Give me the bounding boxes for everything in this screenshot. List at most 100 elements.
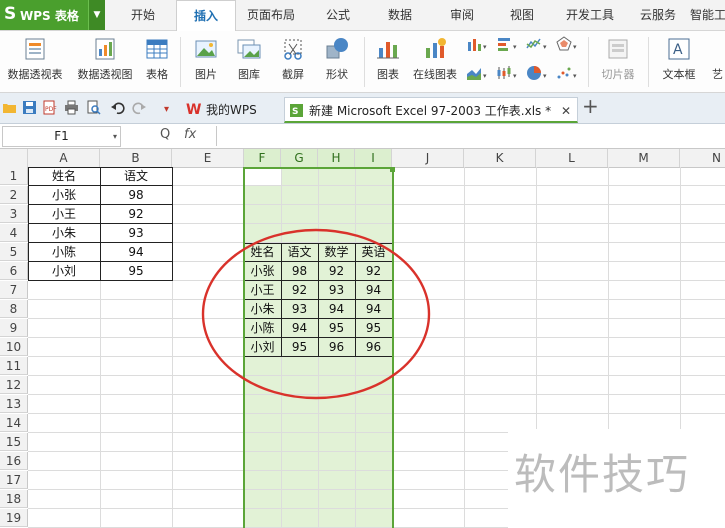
close-tab-icon[interactable]: ✕ <box>561 98 571 124</box>
col-header-g[interactable]: G <box>281 149 318 167</box>
col-header-l[interactable]: L <box>536 149 608 167</box>
menu-smart[interactable]: 智能工 <box>690 0 725 30</box>
ribbon-insert: 数据透视表 数据透视图 表格 图片 图库 截屏 形状 图表 在线图表 ▾ ▾ ▾… <box>0 31 725 93</box>
row-header-12[interactable]: 12 <box>0 376 28 394</box>
cell-b6[interactable]: 95 <box>100 262 172 280</box>
app-menu-dropdown-icon[interactable]: ▼ <box>88 0 105 30</box>
shapes-button[interactable]: 形状 <box>316 31 358 92</box>
export-pdf-icon[interactable]: PDF <box>42 100 57 115</box>
slicer-button[interactable]: 切片器 <box>594 31 642 92</box>
pivot-table-button[interactable]: 数据透视表 <box>2 31 68 92</box>
cell-a4[interactable]: 小朱 <box>28 224 100 242</box>
menu-cloud[interactable]: 云服务 <box>628 0 688 30</box>
bar-chart-icon[interactable]: ▾ <box>496 36 518 52</box>
cell-b2[interactable]: 98 <box>100 186 172 204</box>
cell-b5[interactable]: 94 <box>100 243 172 261</box>
row-header-13[interactable]: 13 <box>0 395 28 413</box>
select-all-corner[interactable] <box>0 149 28 167</box>
undo-icon[interactable] <box>110 100 125 115</box>
column-chart-icon[interactable]: ▾ <box>466 36 488 52</box>
cell-b1[interactable]: 语文 <box>100 167 172 185</box>
menu-page-layout[interactable]: 页面布局 <box>237 0 305 30</box>
col-header-f[interactable]: F <box>244 149 281 167</box>
pivot-chart-button[interactable]: 数据透视图 <box>72 31 138 92</box>
row-header-10[interactable]: 10 <box>0 338 28 356</box>
ribbon-separator <box>364 37 365 87</box>
menu-start[interactable]: 开始 <box>112 0 174 30</box>
fx-icon[interactable]: fx <box>184 127 196 142</box>
customize-toolbar-icon[interactable]: ▾ <box>160 100 175 115</box>
menu-insert[interactable]: 插入 <box>176 0 236 32</box>
row-header-16[interactable]: 16 <box>0 452 28 470</box>
formula-input[interactable] <box>216 126 725 146</box>
col-header-b[interactable]: B <box>100 149 172 167</box>
row-header-14[interactable]: 14 <box>0 414 28 432</box>
row-header-19[interactable]: 19 <box>0 509 28 527</box>
scatter-chart-icon[interactable]: ▾ <box>556 65 578 81</box>
menu-view[interactable]: 视图 <box>494 0 550 30</box>
screenshot-button[interactable]: 截屏 <box>272 31 314 92</box>
chart-button[interactable]: 图表 <box>370 31 406 92</box>
row-header-8[interactable]: 8 <box>0 300 28 318</box>
cell-a1[interactable]: 姓名 <box>28 167 100 185</box>
cell-b3[interactable]: 92 <box>100 205 172 223</box>
col-header-j[interactable]: J <box>392 149 464 167</box>
row-header-17[interactable]: 17 <box>0 471 28 489</box>
col-header-e[interactable]: E <box>172 149 244 167</box>
cell-b4[interactable]: 93 <box>100 224 172 242</box>
svg-text:▾: ▾ <box>513 43 517 51</box>
pie-chart-icon[interactable]: ▾ <box>526 65 548 81</box>
menu-review[interactable]: 审阅 <box>434 0 490 30</box>
row-header-1[interactable]: 1 <box>0 167 28 185</box>
new-tab-icon[interactable]: + <box>582 94 599 118</box>
area-chart-icon[interactable]: ▾ <box>466 65 488 81</box>
row-header-3[interactable]: 3 <box>0 205 28 223</box>
row-header-11[interactable]: 11 <box>0 357 28 375</box>
row-header-9[interactable]: 9 <box>0 319 28 337</box>
row-header-4[interactable]: 4 <box>0 224 28 242</box>
wps-app-button[interactable]: S WPS 表格 ▼ <box>0 0 105 30</box>
save-icon[interactable] <box>22 100 37 115</box>
print-preview-icon[interactable] <box>86 100 101 115</box>
row-header-5[interactable]: 5 <box>0 243 28 261</box>
redo-icon[interactable] <box>132 100 147 115</box>
art-text-button[interactable]: 艺 <box>706 31 725 92</box>
cell-a6[interactable]: 小刘 <box>28 262 100 280</box>
col-header-k[interactable]: K <box>464 149 536 167</box>
stock-chart-icon[interactable]: ▾ <box>496 65 518 81</box>
row-header-2[interactable]: 2 <box>0 186 28 204</box>
table-button[interactable]: 表格 <box>140 31 174 92</box>
row-header-7[interactable]: 7 <box>0 281 28 299</box>
textbox-button[interactable]: A 文本框 <box>654 31 704 92</box>
name-box[interactable]: F1 ▾ <box>2 126 121 147</box>
col-header-m[interactable]: M <box>608 149 680 167</box>
fill-handle[interactable] <box>390 167 395 172</box>
open-folder-icon[interactable] <box>2 100 17 115</box>
row-header-18[interactable]: 18 <box>0 490 28 508</box>
tab-workbook[interactable]: S 新建 Microsoft Excel 97-2003 工作表.xls * ✕ <box>284 97 578 123</box>
picture-label: 图片 <box>195 68 217 81</box>
cell-a5[interactable]: 小陈 <box>28 243 100 261</box>
col-header-h[interactable]: H <box>318 149 355 167</box>
radar-chart-icon[interactable]: ▾ <box>556 36 578 52</box>
col-header-a[interactable]: A <box>28 149 100 167</box>
print-icon[interactable] <box>64 100 79 115</box>
tab-my-wps[interactable]: W 我的WPS <box>182 97 280 123</box>
name-box-dropdown-icon[interactable]: ▾ <box>113 127 117 146</box>
row-header-6[interactable]: 6 <box>0 262 28 280</box>
online-chart-button[interactable]: 在线图表 <box>408 31 462 92</box>
cell-a3[interactable]: 小王 <box>28 205 100 223</box>
menu-data[interactable]: 数据 <box>372 0 428 30</box>
picture-button[interactable]: 图片 <box>186 31 226 92</box>
col-header-n[interactable]: N <box>680 149 725 167</box>
cell-a2[interactable]: 小张 <box>28 186 100 204</box>
row-header-15[interactable]: 15 <box>0 433 28 451</box>
sheet-grid[interactable]: 1 2 3 4 5 6 7 8 9 10 11 12 13 14 15 16 1… <box>0 167 725 528</box>
zoom-formula-icon[interactable]: Q <box>160 127 170 142</box>
menu-formulas[interactable]: 公式 <box>310 0 366 30</box>
menu-developer[interactable]: 开发工具 <box>556 0 624 30</box>
line-chart-icon[interactable]: ▾ <box>526 36 548 52</box>
gallery-button[interactable]: 图库 <box>228 31 270 92</box>
col-header-i[interactable]: I <box>355 149 392 167</box>
svg-text:PDF: PDF <box>45 106 57 113</box>
